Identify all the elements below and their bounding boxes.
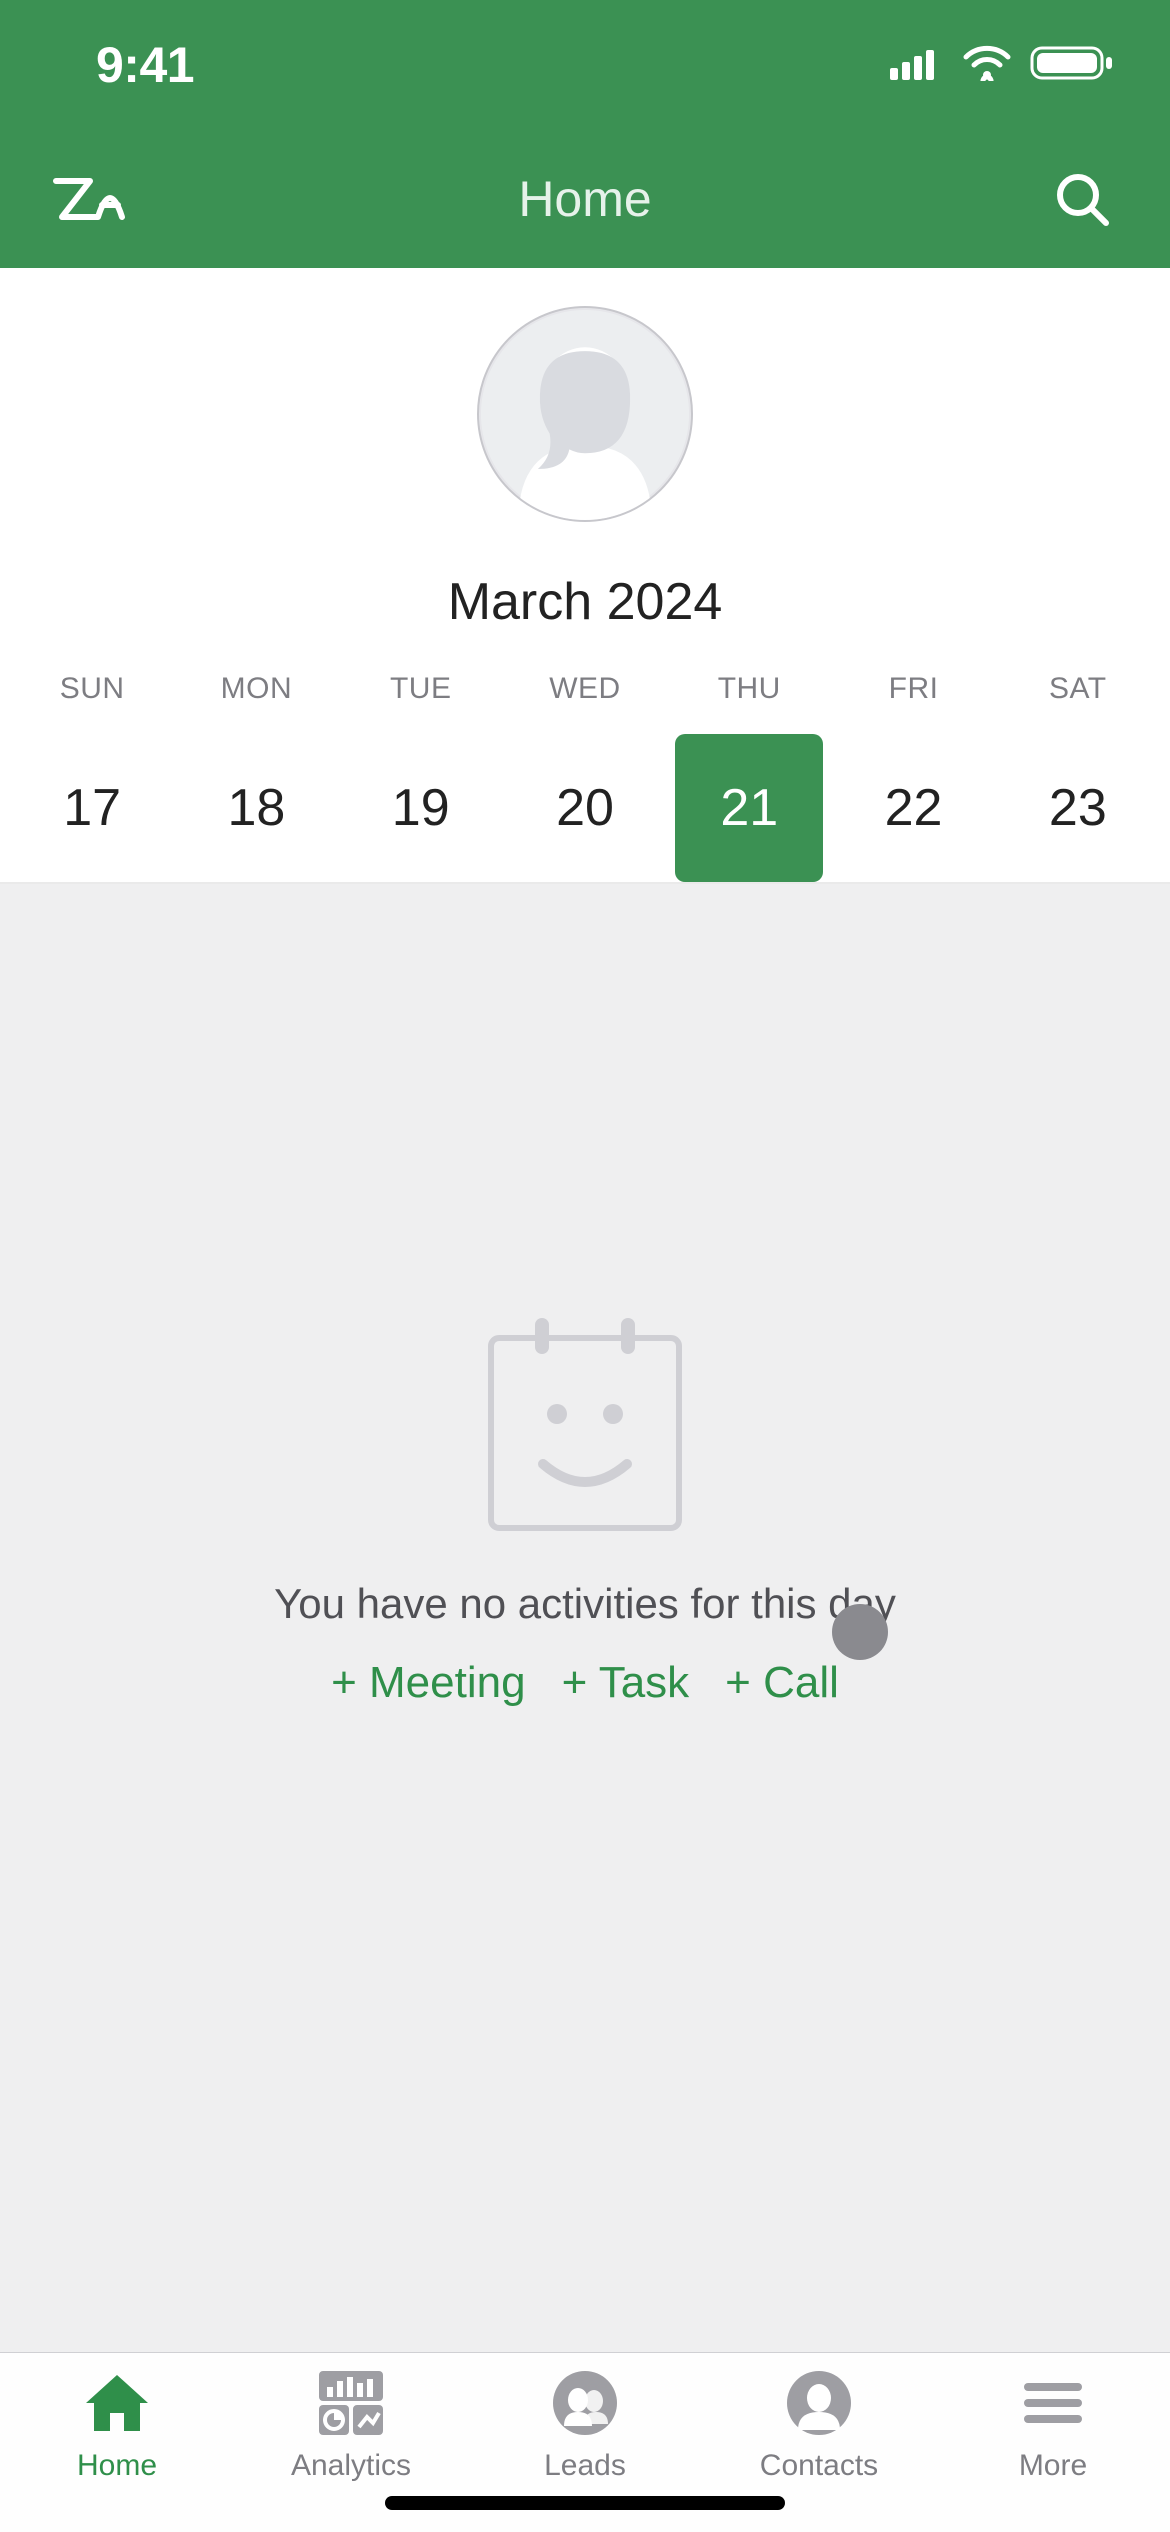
status-icons <box>890 44 1114 87</box>
page-title: Home <box>128 170 1042 228</box>
touch-indicator <box>832 1604 888 1660</box>
day-number: 18 <box>182 734 330 882</box>
activities-area: You have no activities for this day + Me… <box>0 884 1170 2352</box>
tab-label: Contacts <box>760 2449 878 2483</box>
battery-icon <box>1030 44 1114 87</box>
tab-label: Home <box>77 2449 157 2483</box>
contacts-icon <box>783 2367 855 2439</box>
analytics-icon <box>315 2367 387 2439</box>
day-tue[interactable]: TUE 19 <box>339 672 503 882</box>
menu-icon <box>1017 2367 1089 2439</box>
day-label: SUN <box>60 672 125 706</box>
home-icon <box>81 2367 153 2439</box>
tab-home[interactable]: Home <box>0 2367 234 2483</box>
search-icon <box>1052 169 1112 229</box>
wifi-icon <box>962 45 1012 86</box>
day-label: MON <box>221 672 293 706</box>
day-sun[interactable]: SUN 17 <box>10 672 174 882</box>
empty-message: You have no activities for this day <box>274 1580 896 1628</box>
day-label: SAT <box>1049 672 1107 706</box>
status-time: 9:41 <box>96 36 194 94</box>
avatar[interactable] <box>477 306 693 522</box>
search-button[interactable] <box>1042 169 1122 229</box>
zia-button[interactable] <box>48 171 128 227</box>
home-indicator[interactable] <box>385 2496 785 2510</box>
day-number: 19 <box>347 734 495 882</box>
day-number: 17 <box>18 734 166 882</box>
cellular-icon <box>890 46 944 85</box>
quick-actions: + Meeting + Task + Call <box>331 1658 839 1708</box>
day-number: 23 <box>1004 734 1152 882</box>
day-label: FRI <box>889 672 939 706</box>
add-meeting-button[interactable]: + Meeting <box>331 1658 525 1708</box>
tab-leads[interactable]: Leads <box>468 2367 702 2483</box>
day-number: 21 <box>675 734 823 882</box>
day-wed[interactable]: WED 20 <box>503 672 667 882</box>
day-label: WED <box>549 672 621 706</box>
status-bar: 9:41 <box>0 0 1170 130</box>
day-thu[interactable]: THU 21 <box>667 672 831 882</box>
zia-icon <box>48 171 128 227</box>
week-row: SUN 17 MON 18 TUE 19 WED 20 THU 21 FRI 2… <box>0 672 1170 882</box>
day-mon[interactable]: MON 18 <box>174 672 338 882</box>
tab-label: More <box>1019 2449 1087 2483</box>
tab-contacts[interactable]: Contacts <box>702 2367 936 2483</box>
day-number: 22 <box>840 734 988 882</box>
profile-section: March 2024 SUN 17 MON 18 TUE 19 WED 20 T… <box>0 268 1170 882</box>
add-call-button[interactable]: + Call <box>725 1658 839 1708</box>
day-label: THU <box>718 672 781 706</box>
leads-icon <box>549 2367 621 2439</box>
avatar-placeholder-icon <box>479 308 691 520</box>
empty-calendar-icon <box>475 1314 695 1538</box>
day-fri[interactable]: FRI 22 <box>831 672 995 882</box>
tab-label: Leads <box>544 2449 626 2483</box>
add-task-button[interactable]: + Task <box>562 1658 690 1708</box>
month-title[interactable]: March 2024 <box>448 572 723 632</box>
day-number: 20 <box>511 734 659 882</box>
day-label: TUE <box>390 672 452 706</box>
tab-label: Analytics <box>291 2449 411 2483</box>
nav-bar: Home <box>0 130 1170 268</box>
tab-analytics[interactable]: Analytics <box>234 2367 468 2483</box>
tab-more[interactable]: More <box>936 2367 1170 2483</box>
header-block: 9:41 Home <box>0 0 1170 268</box>
day-sat[interactable]: SAT 23 <box>996 672 1160 882</box>
